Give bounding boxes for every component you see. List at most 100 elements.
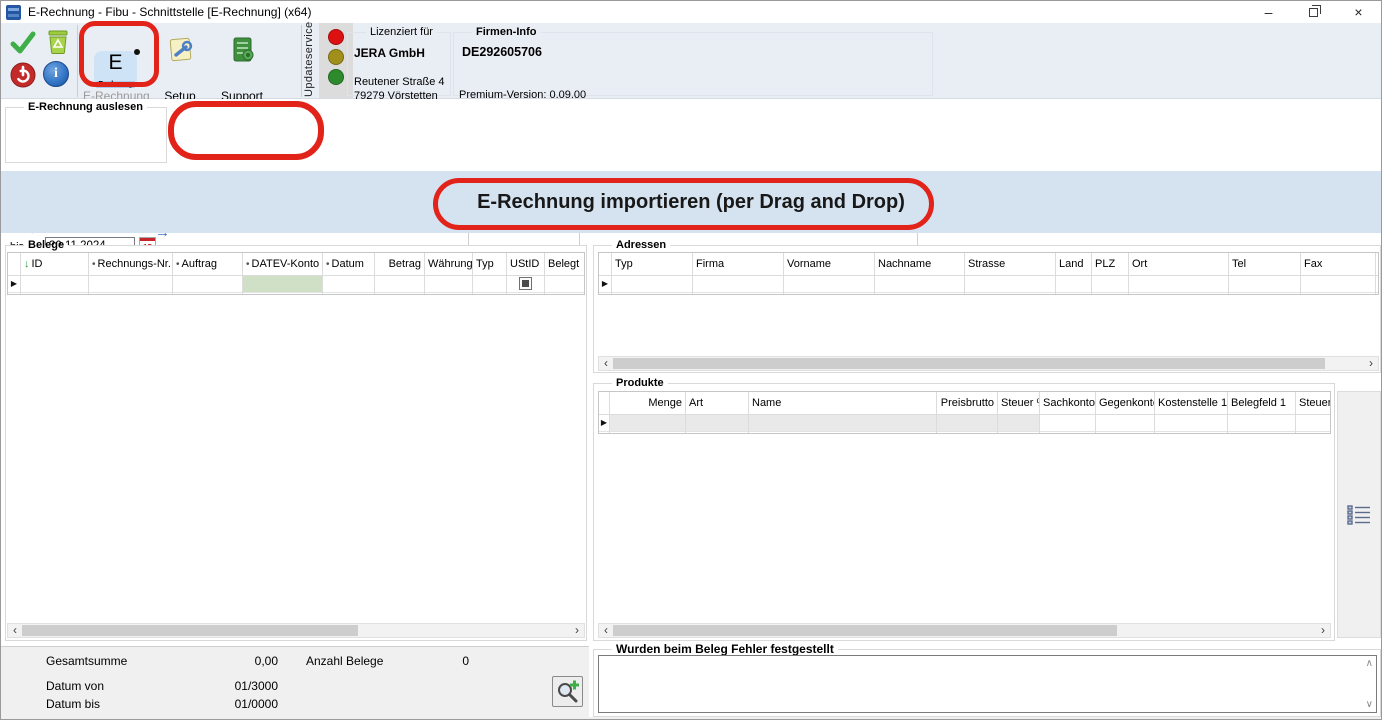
belege-cell[interactable] [21, 276, 88, 293]
adressen-col-ust[interactable]: Ust [1376, 253, 1379, 276]
company-info-legend: Firmen-Info [476, 26, 537, 38]
restore-button[interactable] [1291, 1, 1336, 23]
scroll-right-icon[interactable]: › [570, 624, 584, 637]
scroll-right-icon[interactable]: › [1364, 357, 1378, 370]
produkte-col-steuerschluessel[interactable]: Steuersch [1296, 392, 1331, 415]
adressen-cell[interactable] [693, 276, 783, 293]
belege-horizontal-scrollbar[interactable]: ‹ › [7, 623, 585, 638]
adressen-col-plz[interactable]: PLZ [1092, 253, 1128, 276]
adressen-col-tel[interactable]: Tel [1229, 253, 1300, 276]
produkte-col-name[interactable]: Name [749, 392, 936, 415]
adressen-col-fax[interactable]: Fax [1301, 253, 1375, 276]
adressen-col-firma[interactable]: Firma [693, 253, 783, 276]
scroll-down-icon[interactable]: ∨ [1366, 699, 1373, 710]
adressen-cell[interactable] [1301, 276, 1375, 293]
belege-cell[interactable] [425, 276, 472, 293]
adressen-cell[interactable] [784, 276, 874, 293]
scroll-left-icon[interactable]: ‹ [599, 357, 613, 370]
produkte-row-selector[interactable]: ▶ [599, 415, 609, 432]
produkte-col-preisbrutto[interactable]: Preisbrutto [937, 392, 997, 415]
belege-col-id[interactable]: ↓ID [21, 253, 88, 276]
adressen-col-strasse[interactable]: Strasse [965, 253, 1055, 276]
drag-drop-banner[interactable]: E-Rechnung importieren (per Drag and Dro… [1, 171, 1381, 233]
produkte-cell[interactable] [610, 415, 685, 432]
confirm-button[interactable] [9, 29, 37, 57]
adressen-cell[interactable] [875, 276, 964, 293]
produkte-cell[interactable] [1228, 415, 1295, 432]
adressen-cell[interactable] [1092, 276, 1128, 293]
belege-cell[interactable] [545, 276, 585, 293]
close-button[interactable]: × [1336, 1, 1381, 23]
adressen-col-typ[interactable]: Typ [612, 253, 692, 276]
adressen-cell[interactable] [612, 276, 692, 293]
adressen-col-ort[interactable]: Ort [1129, 253, 1228, 276]
produkte-cell[interactable] [1096, 415, 1154, 432]
adressen-cell[interactable] [1376, 276, 1379, 293]
ustid-checkbox[interactable] [519, 277, 532, 290]
scroll-up-icon[interactable]: ∧ [1366, 658, 1373, 669]
belege-col-auftrag[interactable]: •Auftrag [173, 253, 242, 276]
summary-panel: Gesamtsumme 0,00 Anzahl Belege 0 Datum v… [1, 646, 589, 720]
produkte-cell[interactable] [749, 415, 936, 432]
scroll-left-icon[interactable]: ‹ [8, 624, 22, 637]
belege-col-belegtext[interactable]: Belegt [545, 253, 585, 276]
recycle-bin-icon [44, 28, 72, 56]
belege-col-datev-konto[interactable]: •DATEV-Konto [243, 253, 322, 276]
produkte-col-steuer[interactable]: Steuer % [998, 392, 1039, 415]
belege-cell-ustid[interactable] [507, 276, 544, 293]
license-company: JERA GmbH [354, 46, 425, 60]
produkte-col-menge[interactable]: Menge [610, 392, 685, 415]
belege-cell[interactable] [173, 276, 242, 293]
search-zoom-button[interactable] [552, 676, 583, 707]
belege-col-betrag[interactable]: Betrag [375, 253, 424, 276]
produkte-cell[interactable] [686, 415, 748, 432]
belege-col-waehrung[interactable]: Währung [425, 253, 472, 276]
gesamtsumme-value: 0,00 [181, 654, 278, 668]
produkte-cell[interactable] [1296, 415, 1331, 432]
adressen-cell[interactable] [1056, 276, 1091, 293]
produkte-cell[interactable] [1040, 415, 1095, 432]
list-view-icon [1347, 505, 1371, 525]
exit-button[interactable] [9, 61, 37, 89]
adressen-horizontal-scrollbar[interactable]: ‹ › [598, 356, 1379, 371]
adressen-col-land[interactable]: Land [1056, 253, 1091, 276]
belege-cell[interactable] [89, 276, 172, 293]
adressen-row-selector[interactable]: ▶ [599, 276, 611, 293]
produkte-col-art[interactable]: Art [686, 392, 748, 415]
scroll-right-icon[interactable]: › [1316, 624, 1330, 637]
belege-row-selector[interactable]: ▶ [8, 276, 20, 293]
produkte-scroll-thumb[interactable] [613, 625, 1117, 636]
produkte-col-gegenkonto[interactable]: Gegenkonto [1096, 392, 1154, 415]
belege-col-typ[interactable]: Typ [473, 253, 506, 276]
belege-cell[interactable] [473, 276, 506, 293]
adressen-cell[interactable] [1229, 276, 1300, 293]
adressen-col-vorname[interactable]: Vorname [784, 253, 874, 276]
adressen-col-nachname[interactable]: Nachname [875, 253, 964, 276]
produkte-cell[interactable] [998, 415, 1039, 432]
auslesen-legend: E-Rechnung auslesen [28, 101, 143, 113]
adressen-cell[interactable] [1129, 276, 1228, 293]
belege-col-datum[interactable]: •Datum [323, 253, 374, 276]
errors-textbox[interactable]: ∧ ∨ [598, 655, 1377, 713]
e-rechnung-icon: E Rechnung [94, 51, 137, 88]
delete-button[interactable] [43, 27, 73, 57]
belege-cell[interactable] [375, 276, 424, 293]
detail-view-panel[interactable] [1337, 391, 1381, 638]
info-button[interactable]: i [43, 61, 69, 87]
adressen-scroll-thumb[interactable] [613, 358, 1325, 369]
belege-col-ustid[interactable]: UStID [507, 253, 544, 276]
adressen-cell[interactable] [965, 276, 1055, 293]
produkte-col-sachkonto[interactable]: Sachkonto [1040, 392, 1095, 415]
belege-col-rechnungsnr[interactable]: •Rechnungs-Nr. [89, 253, 172, 276]
produkte-col-kostenstelle[interactable]: Kostenstelle 1 [1155, 392, 1227, 415]
produkte-horizontal-scrollbar[interactable]: ‹ › [598, 623, 1331, 638]
belege-cell[interactable] [323, 276, 374, 293]
produkte-cell[interactable] [1155, 415, 1227, 432]
scroll-left-icon[interactable]: ‹ [599, 624, 613, 637]
minimize-button[interactable]: – [1246, 1, 1291, 23]
belege-scroll-thumb[interactable] [22, 625, 358, 636]
belege-cell-datev-konto[interactable] [243, 276, 322, 293]
auslesen-group: E-Rechnung auslesen [5, 101, 167, 163]
produkte-cell[interactable] [937, 415, 997, 432]
produkte-col-belegfeld[interactable]: Belegfeld 1 [1228, 392, 1295, 415]
